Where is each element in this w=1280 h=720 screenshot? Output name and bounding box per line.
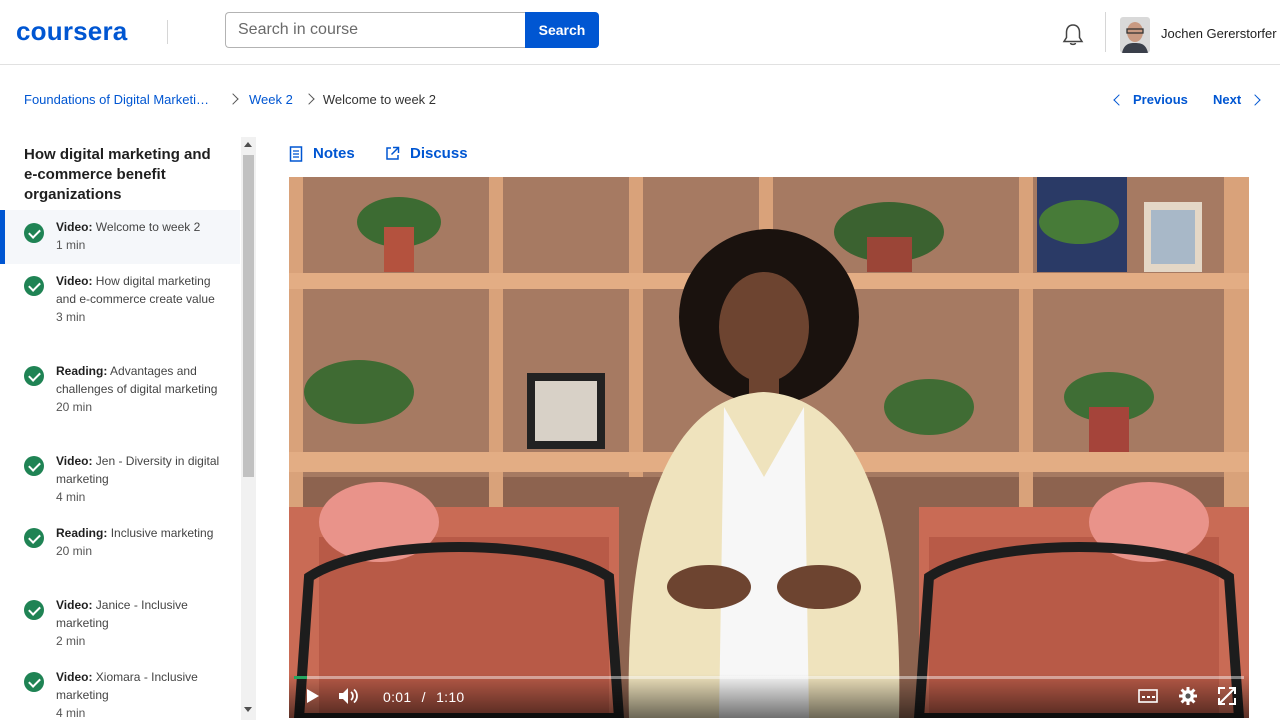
item-duration: 2 min: [56, 634, 86, 648]
list-item-text: Reading: Inclusive marketing 20 min: [56, 524, 221, 560]
item-type: Video:: [56, 454, 93, 468]
next-button[interactable]: Next: [1213, 92, 1261, 107]
notes-icon: [289, 145, 303, 162]
tab-notes[interactable]: Notes: [289, 145, 355, 162]
item-duration: 3 min: [56, 310, 86, 324]
course-outline-sidebar: How digital marketing and e-commerce ben…: [0, 137, 256, 720]
item-type: Video:: [56, 220, 93, 234]
tab-notes-label: Notes: [313, 145, 355, 162]
header-divider: [1105, 12, 1106, 52]
item-type: Video:: [56, 670, 93, 684]
chevron-right-icon: [227, 93, 239, 105]
list-item-text: Video: Jen - Diversity in digital market…: [56, 452, 221, 506]
breadcrumb-current: Welcome to week 2: [322, 91, 437, 107]
item-duration: 4 min: [56, 490, 86, 504]
tab-discuss-label: Discuss: [410, 145, 468, 162]
play-icon[interactable]: [306, 688, 320, 704]
header-divider: [167, 20, 168, 44]
total-duration: 1:10: [436, 689, 465, 705]
completed-check-icon: [24, 672, 44, 692]
avatar[interactable]: [1120, 17, 1150, 53]
video-controls: 0:01 / 1:10: [289, 674, 1249, 718]
time-separator: /: [421, 689, 426, 705]
list-item[interactable]: Video: Janice - Inclusive marketing 2 mi…: [0, 588, 240, 660]
item-duration: 20 min: [56, 400, 93, 414]
coursera-logo[interactable]: coursera: [16, 16, 127, 47]
list-item[interactable]: Reading: Inclusive marketing 20 min: [0, 516, 240, 588]
list-item[interactable]: Video: Jen - Diversity in digital market…: [0, 444, 240, 516]
list-item-text: Reading: Advantages and challenges of di…: [56, 362, 221, 416]
chevron-right-icon: [1249, 94, 1261, 106]
video-time-display: 0:01 / 1:10: [383, 689, 465, 705]
item-type: Video:: [56, 598, 93, 612]
completed-check-icon: [24, 528, 44, 548]
list-item-text: Video: Janice - Inclusive marketing 2 mi…: [56, 596, 221, 650]
list-item-text: Video: Welcome to week 2 1 min: [56, 218, 221, 254]
top-header: coursera Search Jochen Gererstorfer: [0, 0, 1280, 65]
previous-button[interactable]: Previous: [1113, 92, 1188, 107]
previous-label: Previous: [1133, 92, 1188, 107]
completed-check-icon: [24, 276, 44, 296]
completed-check-icon: [24, 223, 44, 243]
module-title: How digital marketing and e-commerce ben…: [24, 146, 211, 203]
breadcrumb: Foundations of Digital Marketi… Week 2 W…: [24, 90, 436, 108]
user-name[interactable]: Jochen Gererstorfer: [1161, 26, 1277, 41]
fullscreen-icon[interactable]: [1218, 687, 1236, 705]
bell-icon[interactable]: [1060, 22, 1086, 48]
chevron-right-icon: [303, 93, 315, 105]
completed-check-icon: [24, 600, 44, 620]
sidebar-scrollbar-thumb[interactable]: [243, 155, 254, 477]
list-item[interactable]: Video: Welcome to week 2 1 min: [0, 210, 240, 264]
item-duration: 20 min: [56, 544, 93, 558]
list-item[interactable]: Reading: Advantages and challenges of di…: [0, 354, 240, 444]
scroll-down-arrow-icon[interactable]: [244, 707, 252, 712]
search-button[interactable]: Search: [525, 12, 599, 48]
item-type: Video:: [56, 274, 93, 288]
settings-gear-icon[interactable]: [1178, 686, 1198, 706]
item-type: Reading:: [56, 364, 108, 378]
current-time: 0:01: [383, 689, 412, 705]
scroll-up-arrow-icon[interactable]: [244, 142, 252, 147]
list-item[interactable]: Video: How digital marketing and e-comme…: [0, 264, 240, 354]
list-item[interactable]: Video: Xiomara - Inclusive marketing 4 m…: [0, 660, 240, 720]
item-duration: 1 min: [56, 238, 86, 252]
list-item-text: Video: How digital marketing and e-comme…: [56, 272, 221, 326]
search-input[interactable]: [225, 12, 526, 48]
video-progress-fill: [294, 676, 308, 679]
video-player[interactable]: 0:01 / 1:10: [289, 177, 1249, 718]
tab-discuss[interactable]: Discuss: [385, 145, 468, 162]
breadcrumb-week-link[interactable]: Week 2: [249, 92, 293, 107]
video-frame: [289, 177, 1249, 718]
chevron-left-icon: [1113, 94, 1125, 106]
next-label: Next: [1213, 92, 1242, 107]
list-item-text: Video: Xiomara - Inclusive marketing 4 m…: [56, 668, 221, 720]
completed-check-icon: [24, 456, 44, 476]
completed-check-icon: [24, 366, 44, 386]
item-type: Reading:: [56, 526, 108, 540]
captions-icon[interactable]: [1138, 689, 1158, 703]
video-progress-bar[interactable]: [294, 676, 1244, 679]
volume-icon[interactable]: [338, 687, 360, 705]
breadcrumb-course-link[interactable]: Foundations of Digital Marketi…: [24, 92, 209, 107]
external-link-icon: [386, 146, 400, 160]
item-duration: 4 min: [56, 706, 86, 720]
item-title: Inclusive marketing: [110, 526, 214, 540]
item-title: Welcome to week 2: [95, 220, 201, 234]
